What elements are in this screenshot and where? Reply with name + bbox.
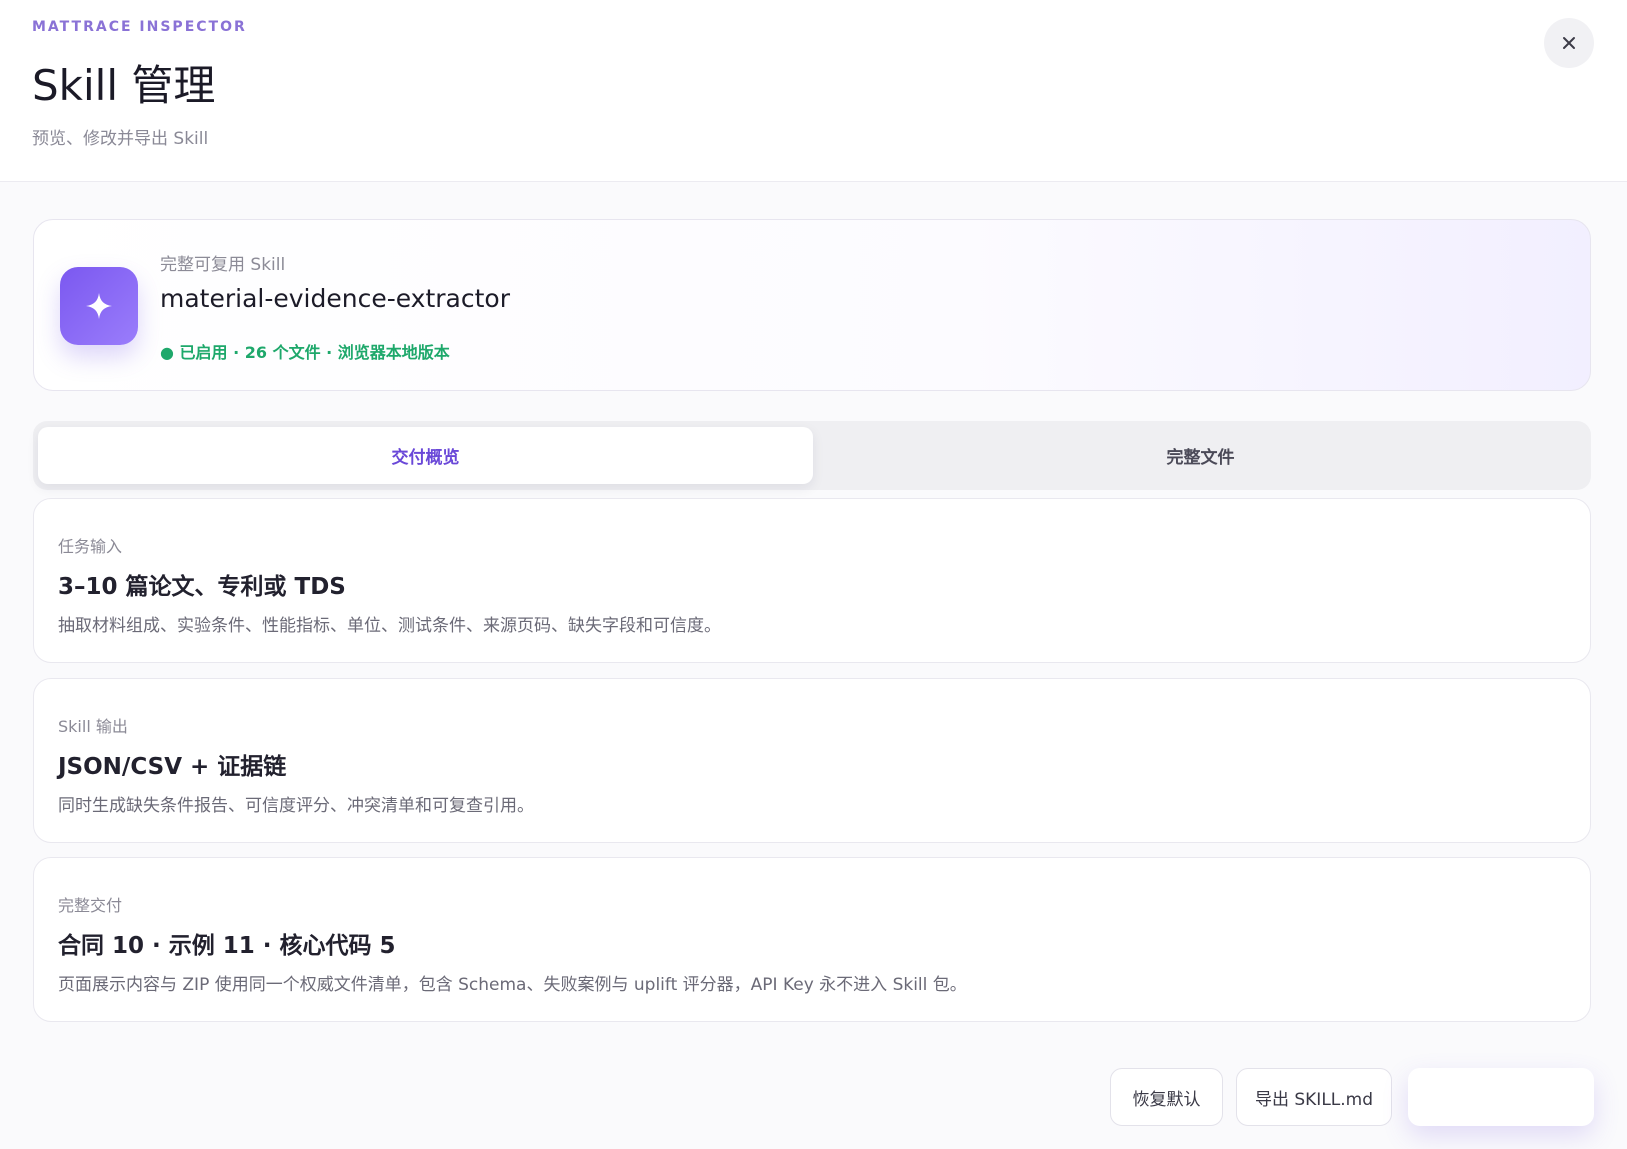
tab-bar: 交付概览 完整文件: [33, 421, 1591, 490]
skill-output-card: Skill 输出 JSON/CSV + 证据链 同时生成缺失条件报告、可信度评分…: [33, 678, 1591, 843]
export-zip-button[interactable]: [1408, 1068, 1594, 1126]
page-subtitle: 预览、修改并导出 Skill: [32, 129, 209, 149]
restore-default-button[interactable]: 恢复默认: [1110, 1068, 1223, 1126]
card-title: 3–10 篇论文、专利或 TDS: [58, 574, 346, 600]
skill-icon-tile: [60, 267, 138, 345]
skill-name: material-evidence-extractor: [160, 284, 510, 313]
card-title: JSON/CSV + 证据链: [58, 754, 287, 780]
page-header: MATTRACE INSPECTOR Skill 管理 预览、修改并导出 Ski…: [0, 0, 1627, 182]
card-label: 完整交付: [58, 896, 123, 915]
card-label: 任务输入: [58, 537, 123, 556]
task-input-card: 任务输入 3–10 篇论文、专利或 TDS 抽取材料组成、实验条件、性能指标、单…: [33, 498, 1591, 663]
app-eyebrow: MATTRACE INSPECTOR: [32, 19, 247, 35]
card-label: Skill 输出: [58, 717, 128, 736]
tab-delivery-overview[interactable]: 交付概览: [38, 427, 813, 484]
sparkle-icon: [86, 293, 112, 319]
export-skill-md-button[interactable]: 导出 SKILL.md: [1236, 1068, 1392, 1126]
main-content: 完整可复用 Skill material-evidence-extractor …: [0, 182, 1627, 1149]
tab-full-files[interactable]: 完整文件: [813, 427, 1588, 484]
card-description: 抽取材料组成、实验条件、性能指标、单位、测试条件、来源页码、缺失字段和可信度。: [58, 616, 721, 636]
card-title: 合同 10 · 示例 11 · 核心代码 5: [58, 933, 396, 959]
skill-kicker: 完整可复用 Skill: [160, 255, 286, 275]
skill-status: ● 已启用 · 26 个文件 · 浏览器本地版本: [160, 343, 450, 362]
close-button[interactable]: [1544, 18, 1594, 68]
full-delivery-card: 完整交付 合同 10 · 示例 11 · 核心代码 5 页面展示内容与 ZIP …: [33, 857, 1591, 1022]
skill-summary-card: 完整可复用 Skill material-evidence-extractor …: [33, 219, 1591, 391]
close-icon: [1563, 37, 1575, 49]
card-description: 同时生成缺失条件报告、可信度评分、冲突清单和可复查引用。: [58, 796, 534, 816]
page-title: Skill 管理: [32, 61, 216, 110]
card-description: 页面展示内容与 ZIP 使用同一个权威文件清单，包含 Schema、失败案例与 …: [58, 975, 967, 995]
